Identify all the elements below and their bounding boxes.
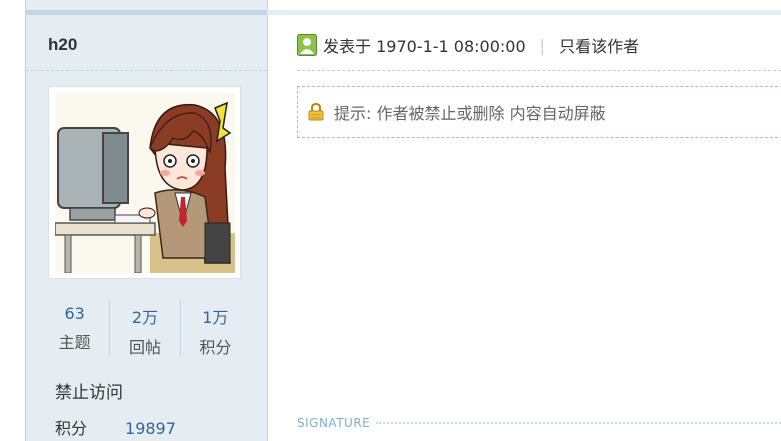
stat-points[interactable]: 1万 积分 [179,300,250,357]
stat-value: 63 [64,304,85,323]
user-group[interactable]: 禁止访问 [55,378,123,403]
notice-text: 提示: 作者被禁止或删除 内容自动屏蔽 [334,104,606,123]
pipe-separator: | [539,35,546,55]
score-row: 积分 19897 [55,415,176,439]
dotted-line [376,422,781,424]
stat-label: 回帖 [128,338,161,357]
stat-replies[interactable]: 2万 回帖 [109,300,179,357]
signature-label: SIGNATURE [297,416,371,430]
score-label: 积分 [55,419,88,438]
stat-value: 1万 [202,308,229,327]
score-value: 19897 [125,419,176,438]
lock-icon [308,103,324,121]
stat-value: 2万 [131,308,159,327]
sidebar-top-border [26,10,267,15]
author-stats: 63 主题 2万 回帖 1万 积分 [40,300,250,357]
post-main: 发表于 1970-1-1 08:00:00 | 只看该作者 提示: 作者被禁止或… [267,0,781,441]
avatar[interactable] [48,86,241,279]
stat-label: 主题 [58,333,91,352]
post-top-border [267,10,781,15]
avatar-image [55,93,235,273]
post-info: 发表于 1970-1-1 08:00:00 | 只看该作者 [297,33,639,57]
author-name[interactable]: h20 [48,35,77,55]
post-time: 发表于 1970-1-1 08:00:00 [323,37,526,56]
stat-topics[interactable]: 63 主题 [40,300,109,356]
only-author-link[interactable]: 只看该作者 [559,33,639,57]
divider [297,70,781,71]
online-user-icon [297,34,317,56]
stat-label: 积分 [199,338,232,357]
author-sidebar: h20 63 主题 2万 回帖 1万 积分 禁止访问 积分 19897 [25,0,268,441]
signature-divider: SIGNATURE [297,416,781,430]
blocked-notice: 提示: 作者被禁止或删除 内容自动屏蔽 [297,86,781,138]
divider [26,70,267,71]
